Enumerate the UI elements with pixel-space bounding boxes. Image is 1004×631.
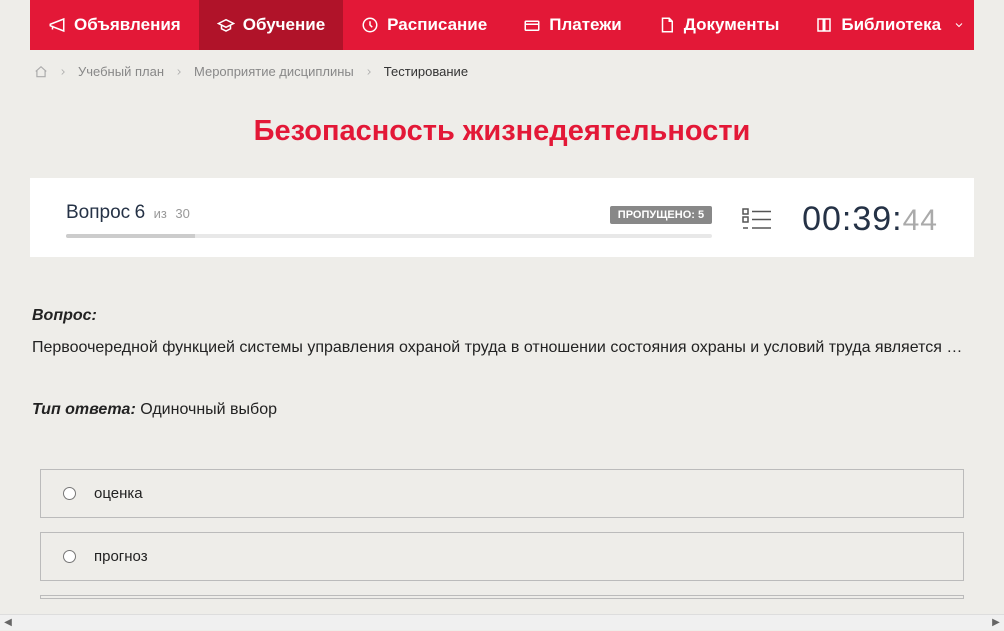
progress-bar [66, 234, 712, 238]
horizontal-scrollbar[interactable]: ◀ ▶ [0, 614, 1004, 630]
skipped-badge: ПРОПУЩЕНО: 5 [610, 206, 712, 224]
answer-options: оценка прогноз [32, 469, 972, 599]
nav-label: Платежи [549, 15, 622, 35]
main-navbar: Объявления Обучение Расписание Платежи Д… [30, 0, 974, 50]
answer-option[interactable]: оценка [40, 469, 964, 518]
megaphone-icon [48, 16, 66, 34]
answer-type-label: Тип ответа: [32, 401, 136, 418]
nav-label: Обучение [243, 15, 325, 35]
option-label: оценка [94, 485, 143, 502]
timer: 00:39:44 [802, 200, 938, 239]
question-total: 30 [175, 206, 189, 221]
nav-label: Расписание [387, 15, 487, 35]
list-icon [742, 207, 772, 233]
nav-schedule[interactable]: Расписание [343, 0, 505, 50]
book-icon [815, 16, 833, 34]
document-icon [658, 16, 676, 34]
chevron-right-icon [58, 67, 68, 77]
payment-icon [523, 16, 541, 34]
timer-ms: 44 [903, 204, 938, 237]
breadcrumb: Учебный план Мероприятие дисциплины Тест… [30, 50, 974, 93]
question-total-prefix: из [154, 206, 167, 221]
progress-fill [66, 234, 195, 238]
question-status-panel: Вопрос 6 из 30 ПРОПУЩЕНО: 5 [30, 178, 974, 257]
nav-label: Документы [684, 15, 780, 35]
graduation-icon [217, 16, 235, 34]
question-list-button[interactable] [742, 207, 772, 233]
nav-label: Объявления [74, 15, 181, 35]
nav-announcements[interactable]: Объявления [30, 0, 199, 50]
breadcrumb-link-plan[interactable]: Учебный план [78, 64, 164, 79]
option-label: прогноз [94, 548, 148, 565]
chevron-right-icon [364, 67, 374, 77]
answer-type-value: Одиночный выбор [140, 401, 277, 418]
chevron-right-icon [174, 67, 184, 77]
answer-option-partial [40, 595, 964, 599]
timer-main: 00:39: [802, 200, 903, 238]
breadcrumb-link-event[interactable]: Мероприятие дисциплины [194, 64, 354, 79]
chevron-down-icon [953, 19, 965, 31]
question-number: 6 [135, 202, 146, 223]
question-label: Вопрос: [32, 307, 972, 325]
scroll-left-arrow[interactable]: ◀ [0, 615, 16, 631]
nav-learning[interactable]: Обучение [199, 0, 343, 50]
breadcrumb-current: Тестирование [384, 64, 468, 79]
question-body: Вопрос: Первоочередной функцией системы … [30, 257, 974, 599]
nav-documents[interactable]: Документы [640, 0, 798, 50]
home-icon[interactable] [34, 65, 48, 79]
question-text: Первоочередной функцией системы управлен… [32, 335, 972, 361]
question-word: Вопрос [66, 202, 130, 223]
radio-input[interactable] [63, 487, 76, 500]
page-title: Безопасность жизнедеятельности [30, 115, 974, 148]
radio-input[interactable] [63, 550, 76, 563]
scroll-right-arrow[interactable]: ▶ [988, 615, 1004, 631]
clock-icon [361, 16, 379, 34]
answer-option[interactable]: прогноз [40, 532, 964, 581]
scroll-track[interactable] [16, 615, 988, 630]
nav-payments[interactable]: Платежи [505, 0, 640, 50]
nav-label: Библиотека [841, 15, 941, 35]
nav-library[interactable]: Библиотека [797, 0, 983, 50]
